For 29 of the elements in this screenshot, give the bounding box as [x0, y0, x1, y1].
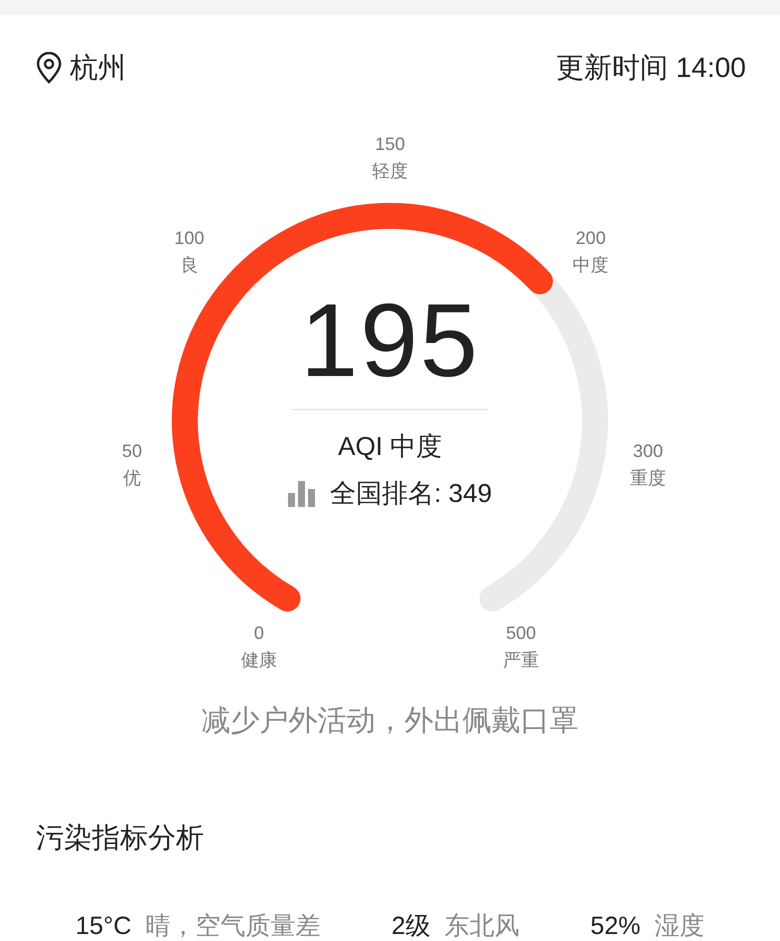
aqi-category: AQI 中度	[338, 430, 442, 463]
national-rank[interactable]: 全国排名: 349	[330, 476, 492, 511]
tick-value: 300	[632, 440, 664, 464]
stat-label: 东北风	[444, 911, 520, 941]
tick-value: 50	[120, 440, 143, 464]
stat-value: 2级	[391, 911, 430, 941]
stat-value: 15°C	[76, 912, 132, 941]
section-title: 污染指标分析	[35, 821, 205, 855]
update-time: 更新时间 14:00	[556, 51, 746, 85]
bar-chart-icon	[288, 480, 316, 506]
city-name[interactable]: 杭州	[70, 49, 126, 87]
tick-label: 中度	[572, 254, 610, 277]
tick-label: 良	[179, 254, 200, 277]
tick-value: 150	[374, 133, 406, 156]
tick-label: 重度	[629, 467, 668, 490]
location-pin-icon	[36, 52, 62, 84]
tick-value: 100	[173, 226, 206, 250]
stat-value: 52%	[590, 912, 640, 941]
health-advice: 减少户外活动，外出佩戴口罩	[200, 704, 580, 739]
aqi-value: 195	[300, 282, 480, 401]
tick-value: 200	[574, 226, 607, 250]
tick-label: 严重	[502, 648, 540, 672]
tick-value: 500	[504, 622, 538, 645]
stat-label: 湿度	[654, 911, 704, 941]
tick-label: 轻度	[371, 160, 409, 183]
stat-label: 晴，空气质量差	[145, 911, 320, 941]
tick-value: 0	[252, 622, 265, 645]
tick-label: 健康	[240, 648, 278, 672]
tick-label: 优	[122, 467, 142, 490]
